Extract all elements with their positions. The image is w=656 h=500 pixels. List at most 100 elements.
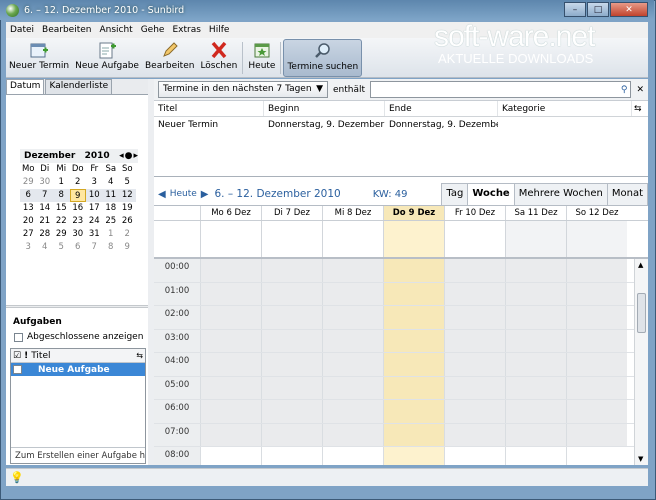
- day-cell[interactable]: 30: [70, 228, 87, 241]
- time-slot[interactable]: [444, 400, 505, 423]
- task-row[interactable]: Neue Aufgabe: [11, 363, 145, 376]
- mini-calendar-month[interactable]: Dezember: [24, 151, 75, 161]
- tab-datum[interactable]: Datum: [6, 79, 45, 94]
- time-slot[interactable]: [261, 376, 322, 399]
- day-cell[interactable]: 10: [86, 189, 103, 202]
- time-slot[interactable]: [383, 423, 444, 446]
- new-task-button[interactable]: Neue Aufgabe: [72, 39, 142, 77]
- time-slot[interactable]: [383, 353, 444, 376]
- day-cell[interactable]: 12: [119, 189, 136, 202]
- tab-multiweek[interactable]: Mehrere Wochen: [513, 183, 608, 205]
- tab-day[interactable]: Tag: [441, 183, 469, 205]
- left-pane-splitter[interactable]: [6, 305, 148, 308]
- time-slot[interactable]: [566, 259, 627, 282]
- all-day-cell[interactable]: [200, 221, 261, 257]
- day-cell[interactable]: 25: [103, 215, 120, 228]
- time-slot[interactable]: [261, 423, 322, 446]
- minimize-button[interactable]: –: [564, 2, 586, 17]
- day-cell[interactable]: 7: [86, 241, 103, 254]
- day-cell[interactable]: 19: [119, 202, 136, 215]
- day-cell[interactable]: 2: [70, 176, 87, 189]
- time-slot[interactable]: [200, 259, 261, 282]
- column-category[interactable]: Kategorie: [498, 101, 632, 116]
- show-completed-option[interactable]: Abgeschlossene anzeigen: [14, 332, 143, 342]
- time-slot[interactable]: [383, 329, 444, 352]
- show-completed-checkbox[interactable]: [14, 332, 23, 342]
- event-filter-select[interactable]: Termine in den nächsten 7 Tagen ▼: [158, 81, 328, 98]
- time-slot[interactable]: [505, 376, 566, 399]
- completed-column-icon[interactable]: ☑: [13, 351, 21, 361]
- time-slot[interactable]: [444, 259, 505, 282]
- all-day-cell[interactable]: [322, 221, 383, 257]
- all-day-cell[interactable]: [505, 221, 566, 257]
- time-slot[interactable]: [261, 353, 322, 376]
- tab-week[interactable]: Woche: [467, 183, 515, 205]
- day-cell[interactable]: 29: [20, 176, 37, 189]
- time-slot[interactable]: [200, 376, 261, 399]
- time-slot[interactable]: [444, 353, 505, 376]
- time-slot[interactable]: [322, 447, 383, 465]
- day-cell[interactable]: 28: [37, 228, 54, 241]
- day-cell[interactable]: 27: [20, 228, 37, 241]
- time-slot[interactable]: [505, 282, 566, 305]
- time-slot[interactable]: [322, 400, 383, 423]
- close-button[interactable]: ✕: [610, 2, 648, 17]
- day-cell[interactable]: 20: [20, 215, 37, 228]
- tab-kalenderliste[interactable]: Kalenderliste: [45, 79, 113, 94]
- day-cell[interactable]: 26: [119, 215, 136, 228]
- time-slot[interactable]: [444, 447, 505, 465]
- time-slot[interactable]: [322, 282, 383, 305]
- day-header[interactable]: Di 7 Dez: [261, 206, 322, 220]
- time-slot[interactable]: [566, 329, 627, 352]
- day-cell[interactable]: 6: [70, 241, 87, 254]
- time-slot[interactable]: [261, 400, 322, 423]
- day-cell[interactable]: 14: [37, 202, 54, 215]
- time-slot[interactable]: [261, 329, 322, 352]
- nav-today-link[interactable]: Heute: [170, 189, 197, 199]
- column-picker-icon[interactable]: ⇆: [632, 101, 644, 116]
- time-slot[interactable]: [322, 259, 383, 282]
- today-dot-icon[interactable]: ●: [125, 151, 133, 161]
- scrollbar-thumb[interactable]: [637, 293, 646, 333]
- all-day-cell-today[interactable]: [383, 221, 444, 257]
- column-start[interactable]: Beginn: [264, 101, 385, 116]
- time-slot[interactable]: [566, 400, 627, 423]
- task-title-column[interactable]: Titel: [31, 351, 133, 361]
- time-slot[interactable]: [505, 306, 566, 329]
- day-cell[interactable]: 22: [53, 215, 70, 228]
- day-cell[interactable]: 9: [119, 241, 136, 254]
- time-slot[interactable]: [444, 306, 505, 329]
- time-slot[interactable]: [505, 259, 566, 282]
- day-cell[interactable]: 8: [103, 241, 120, 254]
- prev-week-icon[interactable]: ◀: [158, 189, 166, 200]
- day-cell-today[interactable]: 9: [69, 189, 86, 202]
- day-header[interactable]: Fr 10 Dez: [444, 206, 505, 220]
- day-header[interactable]: So 12 Dez: [566, 206, 627, 220]
- menu-hilfe[interactable]: Hilfe: [205, 25, 233, 35]
- time-slot[interactable]: [261, 306, 322, 329]
- day-cell[interactable]: 16: [70, 202, 87, 215]
- time-slot[interactable]: [566, 447, 627, 465]
- menu-gehe[interactable]: Gehe: [137, 25, 169, 35]
- day-cell[interactable]: 13: [20, 202, 37, 215]
- time-slot[interactable]: [444, 423, 505, 446]
- time-slot[interactable]: [200, 329, 261, 352]
- column-end[interactable]: Ende: [385, 101, 498, 116]
- time-slot[interactable]: [505, 400, 566, 423]
- time-slot[interactable]: [383, 259, 444, 282]
- new-task-input[interactable]: Zum Erstellen einer Aufgabe hi: [11, 447, 145, 463]
- time-slot[interactable]: [505, 447, 566, 465]
- day-cell[interactable]: 4: [103, 176, 120, 189]
- time-slot[interactable]: [261, 282, 322, 305]
- day-cell[interactable]: 1: [53, 176, 70, 189]
- time-slot[interactable]: [200, 400, 261, 423]
- day-cell[interactable]: 7: [36, 189, 53, 202]
- mini-calendar-year[interactable]: 2010: [85, 151, 110, 161]
- day-cell[interactable]: 2: [119, 228, 136, 241]
- day-cell[interactable]: 8: [53, 189, 70, 202]
- time-slot[interactable]: [200, 306, 261, 329]
- day-cell[interactable]: 17: [86, 202, 103, 215]
- day-header[interactable]: Mi 8 Dez: [322, 206, 383, 220]
- time-slot[interactable]: [322, 376, 383, 399]
- time-slot[interactable]: [322, 423, 383, 446]
